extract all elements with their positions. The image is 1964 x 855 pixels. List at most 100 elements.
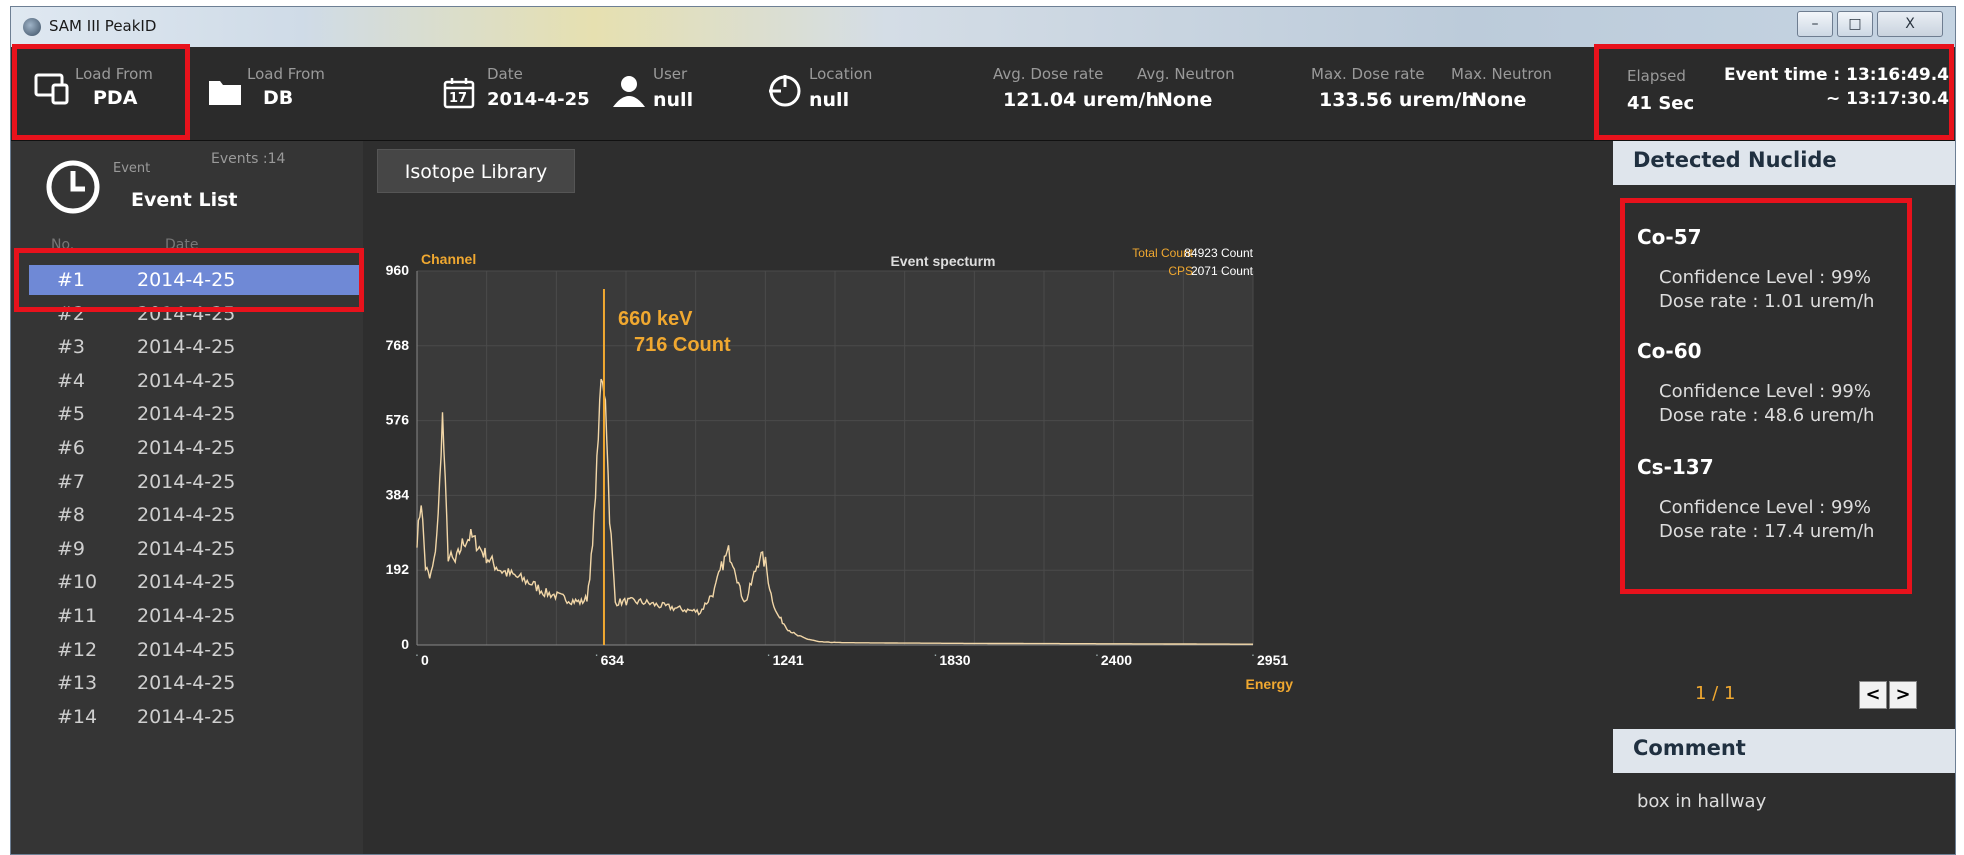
folder-icon bbox=[209, 81, 241, 105]
nuclide-name: Co-57 bbox=[1637, 225, 1702, 249]
window-title: SAM III PeakID bbox=[49, 17, 157, 35]
minimize-button[interactable]: – bbox=[1797, 11, 1833, 37]
event-header-date: Date bbox=[165, 237, 199, 253]
elapsed-field: Elapsed 41 Sec Event time : 13:16:49.4 ~… bbox=[1627, 55, 1955, 119]
event-number: #1 bbox=[57, 269, 86, 291]
page-indicator: 1 / 1 bbox=[1695, 683, 1736, 704]
close-button[interactable]: X bbox=[1877, 11, 1943, 37]
avg-dose-value: 121.04 urem/h bbox=[1003, 89, 1159, 111]
x-tick-label: 1241 bbox=[773, 652, 804, 668]
event-number: #6 bbox=[57, 437, 86, 459]
load-from-pda-button[interactable]: Load From PDA bbox=[25, 55, 165, 119]
event-row[interactable]: #6 2014-4-25 bbox=[29, 433, 365, 463]
y-axis-title: Channel bbox=[421, 251, 476, 267]
event-number: #5 bbox=[57, 403, 86, 426]
event-row[interactable]: #13 2014-4-25 bbox=[29, 668, 365, 698]
app-logo-icon bbox=[23, 18, 41, 36]
x-tick-mark: · bbox=[766, 646, 771, 662]
event-header-no: No. bbox=[51, 237, 75, 253]
location-field: Location null bbox=[767, 55, 907, 119]
load-from-db-button[interactable]: Load From DB bbox=[207, 55, 357, 119]
avg-dose-field: Avg. Dose rate Avg. Neutron 121.04 urem/… bbox=[993, 55, 1293, 119]
user-value: null bbox=[653, 89, 694, 111]
event-date: 2014-4-25 bbox=[137, 437, 236, 459]
event-row[interactable]: #11 2014-4-25 bbox=[29, 601, 365, 631]
y-tick-label: 0 bbox=[401, 636, 409, 652]
x-tick-label: 634 bbox=[601, 652, 625, 668]
event-date: 2014-4-25 bbox=[137, 302, 236, 325]
max-neutron-value: None bbox=[1471, 89, 1527, 111]
x-tick-mark: · bbox=[933, 646, 938, 662]
event-row[interactable]: #10 2014-4-25 bbox=[29, 567, 365, 597]
event-row[interactable]: #8 2014-4-25 bbox=[29, 500, 365, 530]
load-db-value: DB bbox=[263, 87, 294, 109]
event-row[interactable]: #14 2014-4-25 bbox=[29, 702, 365, 732]
avg-neutron-label: Avg. Neutron bbox=[1137, 65, 1235, 83]
x-tick-label: 0 bbox=[421, 652, 429, 668]
max-dose-value: 133.56 urem/h bbox=[1319, 89, 1475, 111]
event-number: #14 bbox=[57, 705, 98, 728]
event-number: #10 bbox=[57, 571, 98, 594]
nuclide-dose-rate: Dose rate : 1.01 urem/h bbox=[1659, 291, 1875, 312]
x-tick-label: 2400 bbox=[1101, 652, 1132, 668]
event-date: 2014-4-25 bbox=[137, 403, 236, 426]
load-pda-value: PDA bbox=[93, 87, 138, 109]
event-date: 2014-4-25 bbox=[137, 571, 236, 594]
nuclide-confidence: Confidence Level : 99% bbox=[1659, 381, 1871, 402]
event-row[interactable]: #1 2014-4-25 bbox=[29, 265, 365, 295]
event-row[interactable]: #2 2014-4-25 bbox=[29, 299, 365, 329]
app-window: SAM III PeakID – □ X Load From PDA Load … bbox=[10, 6, 1956, 855]
location-label: Location bbox=[809, 65, 873, 83]
title-bar: SAM III PeakID – □ X bbox=[11, 7, 1955, 47]
prev-page-button[interactable]: < bbox=[1859, 681, 1887, 709]
event-row[interactable]: #12 2014-4-25 bbox=[29, 635, 365, 665]
y-tick-label: 576 bbox=[386, 412, 410, 428]
date-value: 2014-4-25 bbox=[487, 89, 590, 110]
nuclide-panel: Detected Nuclide Co-57 Confidence Level :… bbox=[1613, 141, 1955, 854]
events-count: Events :14 bbox=[211, 151, 286, 167]
comment-text[interactable]: box in hallway bbox=[1637, 791, 1766, 812]
date-field: 17 Date 2014-4-25 bbox=[443, 55, 613, 119]
event-date: 2014-4-25 bbox=[137, 470, 236, 493]
cps-value: 2071 Count bbox=[1191, 264, 1254, 278]
user-label: User bbox=[653, 65, 688, 83]
max-dose-field: Max. Dose rate Max. Neutron 133.56 urem/… bbox=[1311, 55, 1611, 119]
elapsed-label: Elapsed bbox=[1627, 67, 1686, 85]
event-date: 2014-4-25 bbox=[137, 504, 236, 527]
detected-nuclide-header: Detected Nuclide bbox=[1613, 141, 1955, 185]
event-number: #11 bbox=[57, 605, 98, 627]
nuclide-name: Co-60 bbox=[1637, 339, 1702, 363]
next-page-button[interactable]: > bbox=[1889, 681, 1917, 709]
chart-title: Event specturm bbox=[890, 253, 995, 269]
event-label: Event bbox=[113, 161, 151, 176]
x-tick-label: 1830 bbox=[939, 652, 970, 668]
event-row[interactable]: #5 2014-4-25 bbox=[29, 399, 365, 429]
event-number: #13 bbox=[57, 672, 98, 695]
event-number: #2 bbox=[57, 302, 86, 325]
pda-device-icon bbox=[34, 73, 69, 105]
event-number: #7 bbox=[57, 470, 86, 493]
maximize-button[interactable]: □ bbox=[1837, 11, 1873, 37]
nuclide-confidence: Confidence Level : 99% bbox=[1659, 267, 1871, 288]
nuclide-dose-rate: Dose rate : 48.6 urem/h bbox=[1659, 405, 1875, 426]
x-tick-mark: · bbox=[1095, 646, 1100, 662]
spectrum-area: Isotope Library 0 192 384 576 768 960 · 0 · 634 · 1… bbox=[363, 141, 1615, 854]
event-number: #8 bbox=[57, 504, 86, 527]
total-count-value: 84923 Count bbox=[1184, 246, 1253, 260]
comment-header: Comment bbox=[1613, 729, 1955, 773]
event-row[interactable]: #3 2014-4-25 bbox=[29, 332, 365, 362]
calendar-day: 17 bbox=[449, 91, 468, 106]
event-number: #4 bbox=[57, 369, 86, 392]
location-value: null bbox=[809, 89, 850, 111]
event-date: 2014-4-25 bbox=[137, 705, 236, 728]
event-date: 2014-4-25 bbox=[137, 638, 236, 661]
event-date: 2014-4-25 bbox=[137, 269, 236, 291]
x-axis-title: Energy bbox=[1246, 676, 1294, 692]
event-number: #3 bbox=[57, 336, 86, 359]
event-row[interactable]: #4 2014-4-25 bbox=[29, 366, 365, 396]
y-tick-label: 384 bbox=[386, 486, 410, 502]
user-icon bbox=[613, 76, 645, 107]
event-row[interactable]: #9 2014-4-25 bbox=[29, 534, 365, 564]
load-pda-label: Load From bbox=[75, 65, 153, 83]
event-row[interactable]: #7 2014-4-25 bbox=[29, 467, 365, 497]
